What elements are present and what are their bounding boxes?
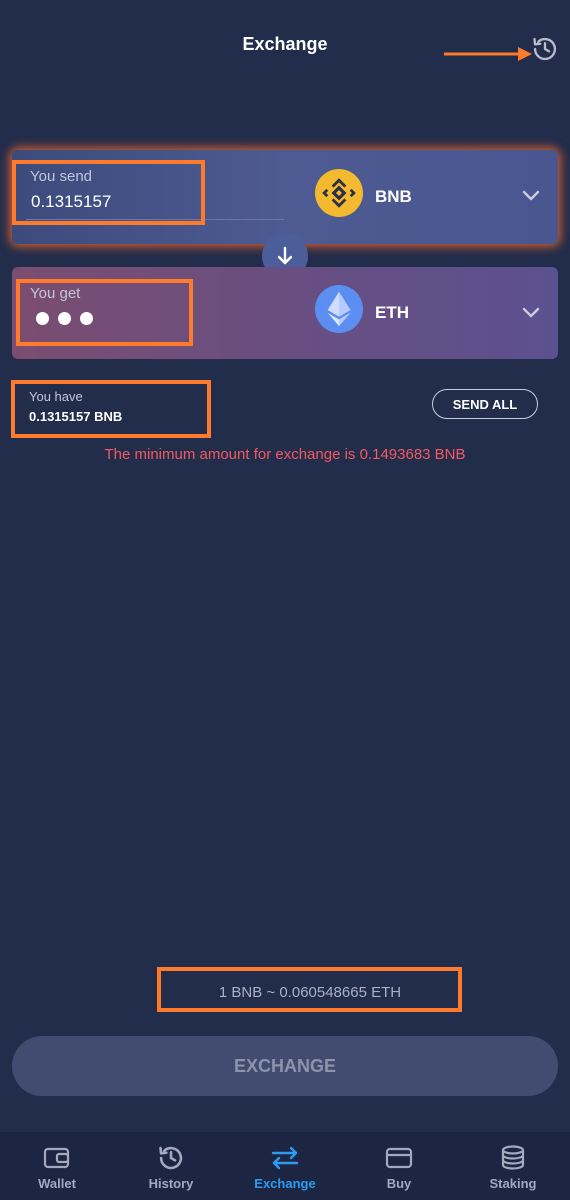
bottom-nav: Wallet History Exchange Buy Staking [0, 1132, 570, 1200]
exchange-button[interactable]: EXCHANGE [12, 1036, 558, 1096]
wallet-icon [43, 1147, 70, 1169]
nav-label-wallet: Wallet [38, 1176, 76, 1191]
annotation-box-rate [157, 967, 462, 1012]
nav-item-buy[interactable]: Buy [342, 1132, 456, 1200]
chevron-down-icon[interactable] [521, 190, 541, 202]
nav-label-staking: Staking [489, 1176, 537, 1191]
nav-label-history: History [148, 1176, 194, 1191]
arrow-down-icon [277, 246, 293, 265]
history-button[interactable] [530, 34, 560, 64]
bnb-coin-icon [315, 169, 363, 217]
nav-item-history[interactable]: History [114, 1132, 228, 1200]
minimum-amount-warning: The minimum amount for exchange is 0.149… [104, 446, 466, 463]
send-coin-name[interactable]: BNB [375, 187, 412, 207]
annotation-arrow [444, 47, 532, 61]
nav-item-wallet[interactable]: Wallet [0, 1132, 114, 1200]
chevron-down-icon[interactable] [521, 307, 541, 319]
nav-label-buy: Buy [386, 1176, 412, 1191]
history-icon [533, 37, 557, 61]
nav-item-staking[interactable]: Staking [456, 1132, 570, 1200]
exchange-arrows-icon [271, 1146, 299, 1170]
coins-stack-icon [501, 1145, 525, 1170]
annotation-box-send [12, 160, 205, 225]
annotation-box-balance [11, 380, 211, 438]
nav-label-exchange: Exchange [254, 1176, 316, 1191]
nav-item-exchange[interactable]: Exchange [228, 1132, 342, 1200]
get-coin-name[interactable]: ETH [375, 303, 409, 323]
send-all-button[interactable]: SEND ALL [432, 389, 538, 419]
card-icon [385, 1147, 413, 1169]
eth-coin-icon [315, 285, 363, 333]
history-icon [159, 1146, 183, 1170]
annotation-box-get [16, 279, 193, 346]
